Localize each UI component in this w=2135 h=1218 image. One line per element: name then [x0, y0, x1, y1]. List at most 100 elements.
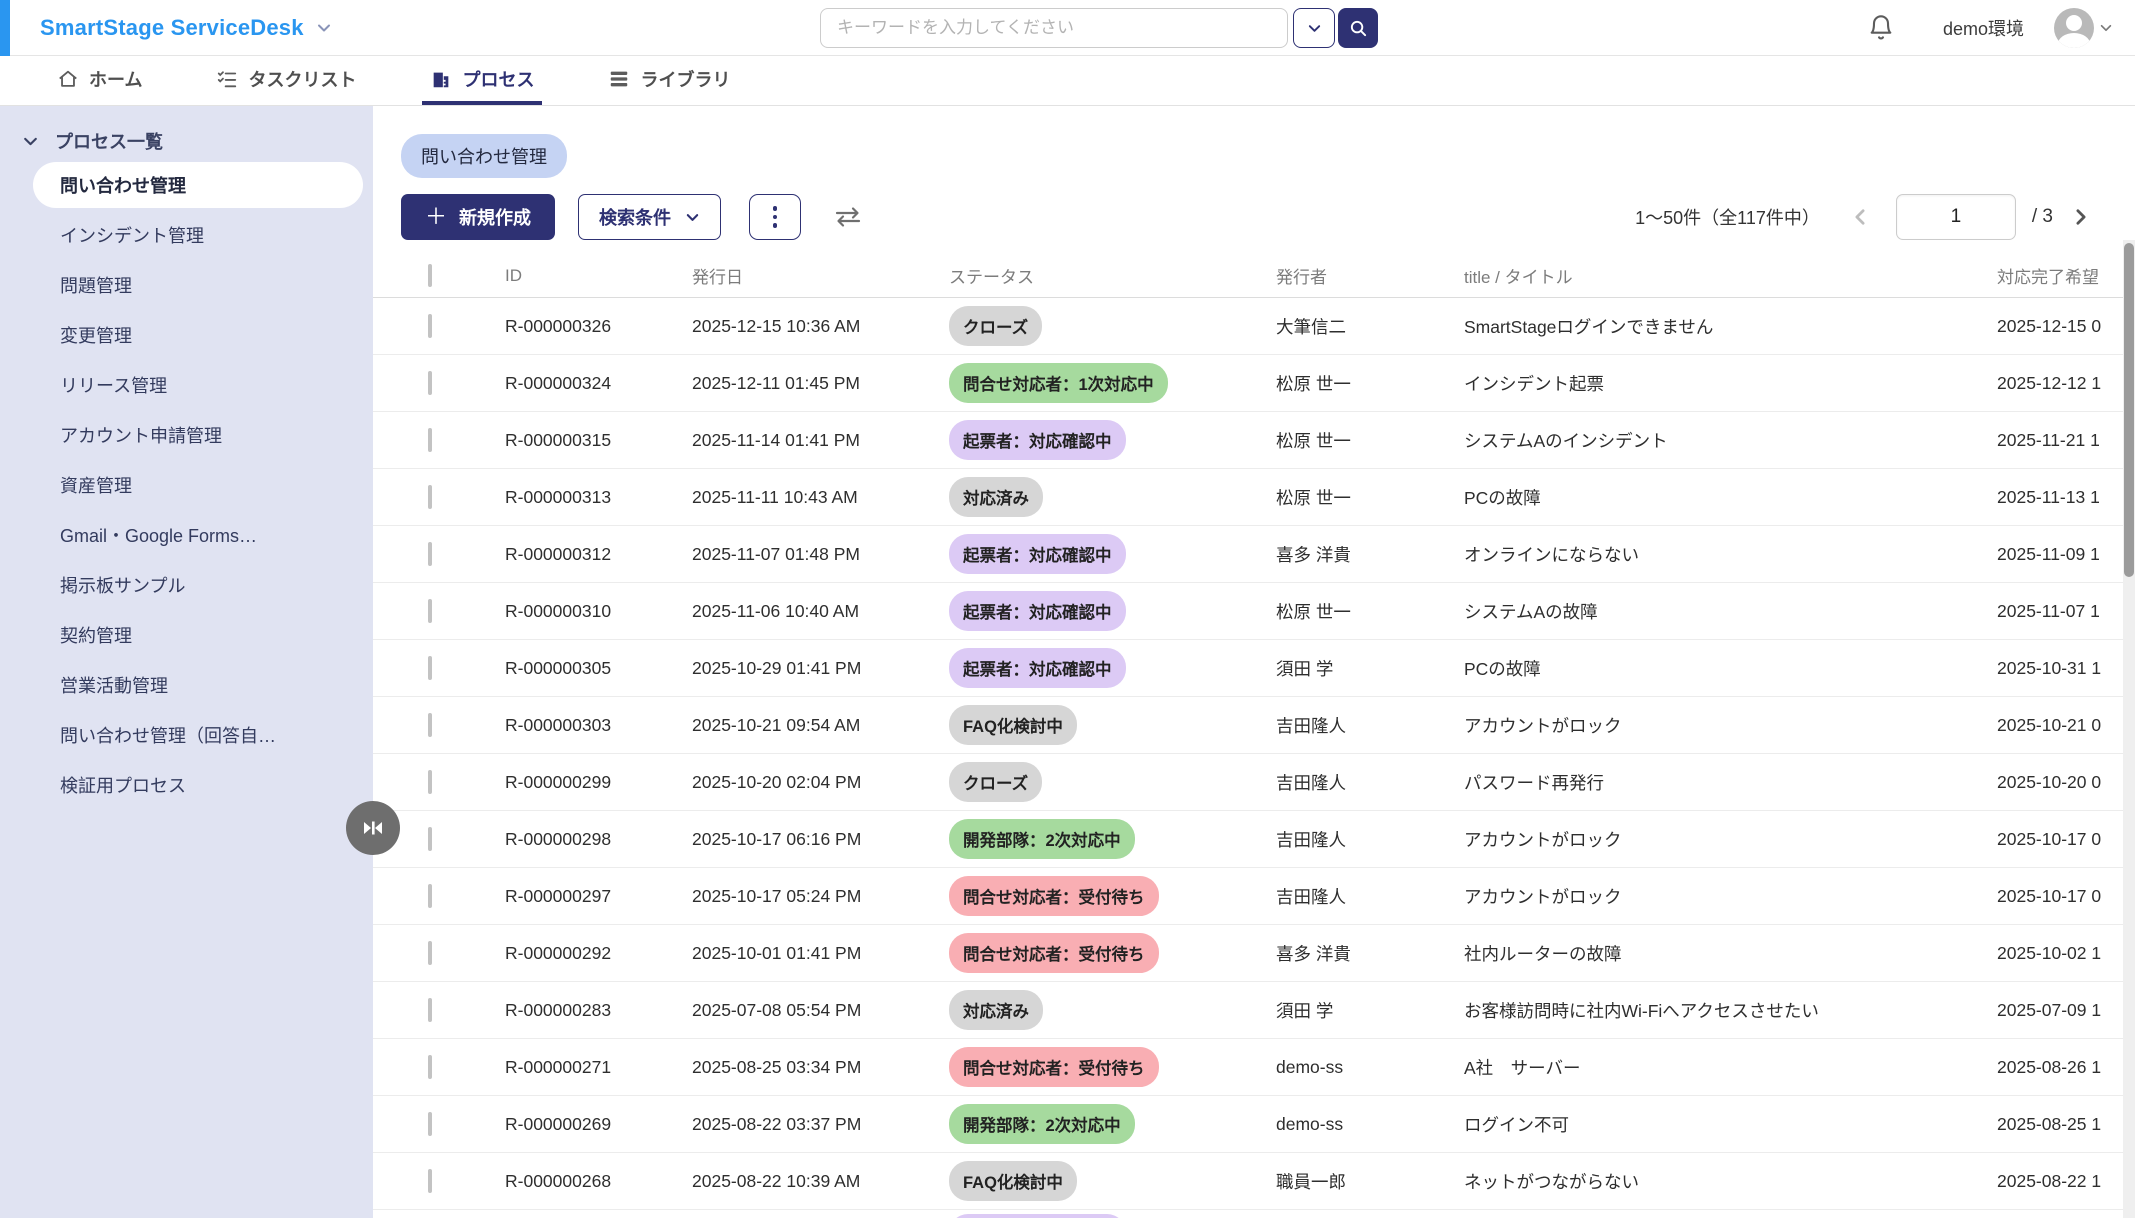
- search-submit-button[interactable]: [1338, 8, 1378, 48]
- nav-tab[interactable]: タスクリスト: [208, 56, 364, 105]
- row-id: R-000000315: [505, 430, 692, 451]
- table-row[interactable]: R-000000324 2025-12-11 01:45 PM 問合せ対応者：1…: [373, 355, 2135, 412]
- app-title[interactable]: SmartStage ServiceDesk: [40, 15, 304, 41]
- row-issuer: 吉田隆人: [1276, 713, 1464, 738]
- table-row[interactable]: R-000000312 2025-11-07 01:48 PM 起票者：対応確認…: [373, 526, 2135, 583]
- table-body: R-000000326 2025-12-15 10:36 AM クローズ 大筆信…: [373, 298, 2135, 1218]
- vertical-scrollbar-thumb[interactable]: [2124, 243, 2134, 577]
- row-id: R-000000268: [505, 1171, 692, 1192]
- table-row[interactable]: R-000000313 2025-11-11 10:43 AM 対応済み 松原 …: [373, 469, 2135, 526]
- nav-tab[interactable]: ホーム: [49, 56, 150, 105]
- sidebar-item[interactable]: 問い合わせ管理: [33, 162, 363, 208]
- row-checkbox[interactable]: [428, 884, 432, 908]
- status-badge: 開発部隊：2次対応中: [949, 1104, 1135, 1144]
- environment-label: demo環境: [1943, 15, 2024, 41]
- sidebar-item[interactable]: 検証用プロセス: [0, 760, 373, 810]
- row-checkbox[interactable]: [428, 827, 432, 851]
- collapse-icon: [360, 815, 386, 841]
- table-row[interactable]: R-000000268 2025-08-22 10:39 AM FAQ化検討中 …: [373, 1153, 2135, 1210]
- table-row[interactable]: R-000000315 2025-11-14 01:41 PM 起票者：対応確認…: [373, 412, 2135, 469]
- table-row[interactable]: R-000000303 2025-10-21 09:54 AM FAQ化検討中 …: [373, 697, 2135, 754]
- table-row[interactable]: R-000000305 2025-10-29 01:41 PM 起票者：対応確認…: [373, 640, 2135, 697]
- row-title: システムAのインシデント: [1464, 428, 1997, 453]
- bell-icon[interactable]: [1867, 14, 1895, 42]
- row-checkbox[interactable]: [428, 1169, 432, 1193]
- row-checkbox[interactable]: [428, 485, 432, 509]
- table-row[interactable]: R-000000292 2025-10-01 01:41 PM 問合せ対応者：受…: [373, 925, 2135, 982]
- select-all-checkbox[interactable]: [428, 264, 432, 287]
- table-row[interactable]: R-000000271 2025-08-25 03:34 PM 問合せ対応者：受…: [373, 1039, 2135, 1096]
- create-new-button[interactable]: ＋ 新規作成: [401, 194, 555, 240]
- col-header-status: ステータス: [949, 263, 1276, 288]
- row-due-date: 2025-08-22 1: [1997, 1171, 2135, 1192]
- table-row[interactable]: R-000000299 2025-10-20 02:04 PM クローズ 吉田隆…: [373, 754, 2135, 811]
- row-issued-date: 2025-12-15 10:36 AM: [692, 316, 949, 337]
- sidebar-item-label: 検証用プロセス: [60, 772, 186, 798]
- sidebar-item[interactable]: Gmail・Google Forms…: [0, 510, 373, 560]
- row-checkbox[interactable]: [428, 542, 432, 566]
- status-badge: FAQ化検討中: [949, 1161, 1077, 1201]
- row-checkbox[interactable]: [428, 371, 432, 395]
- chevron-down-icon[interactable]: [2099, 21, 2113, 35]
- chevron-left-icon[interactable]: [1846, 207, 1874, 227]
- search-icon: [1349, 19, 1368, 38]
- app-window: SmartStage ServiceDesk d: [0, 0, 2135, 1218]
- row-issued-date: 2025-11-11 10:43 AM: [692, 487, 949, 508]
- status-badge: 起票者：対応確認中: [949, 591, 1126, 631]
- row-id: R-000000313: [505, 487, 692, 508]
- row-checkbox[interactable]: [428, 998, 432, 1022]
- search-filter-label: 検索条件: [599, 204, 671, 230]
- status-badge: クローズ: [949, 762, 1042, 802]
- sidebar-item[interactable]: 問題管理: [0, 260, 373, 310]
- row-issued-date: 2025-12-11 01:45 PM: [692, 373, 949, 394]
- search-input[interactable]: [820, 8, 1288, 48]
- swap-arrows-icon[interactable]: [833, 204, 863, 230]
- chevron-right-icon[interactable]: [2067, 207, 2095, 227]
- row-checkbox[interactable]: [428, 314, 432, 338]
- more-options-button[interactable]: [749, 194, 801, 240]
- table-row[interactable]: R-000000298 2025-10-17 06:16 PM 開発部隊：2次対…: [373, 811, 2135, 868]
- sidebar-collapse-button[interactable]: [346, 801, 400, 855]
- sidebar-item[interactable]: 問い合わせ管理（回答自…: [0, 710, 373, 760]
- row-checkbox[interactable]: [428, 656, 432, 680]
- row-id: R-000000298: [505, 829, 692, 850]
- chevron-down-icon[interactable]: [316, 20, 332, 36]
- sidebar-section-process-list[interactable]: プロセス一覧: [0, 122, 373, 160]
- search-filter-button[interactable]: 検索条件: [578, 194, 721, 240]
- status-badge: 対応済み: [949, 477, 1043, 517]
- sidebar-item[interactable]: 掲示板サンプル: [0, 560, 373, 610]
- col-header-due: 対応完了希望: [1997, 263, 2135, 288]
- tasklist-icon: [216, 68, 238, 90]
- table-row[interactable]: R-000000297 2025-10-17 05:24 PM 問合せ対応者：受…: [373, 868, 2135, 925]
- sidebar-item[interactable]: 資産管理: [0, 460, 373, 510]
- row-checkbox[interactable]: [428, 770, 432, 794]
- sidebar-item[interactable]: リリース管理: [0, 360, 373, 410]
- table-row[interactable]: R-000000326 2025-12-15 10:36 AM クローズ 大筆信…: [373, 298, 2135, 355]
- row-issuer: 大筆信二: [1276, 314, 1464, 339]
- table-row-partial[interactable]: 起票者：対応確認中: [373, 1210, 2135, 1218]
- row-checkbox[interactable]: [428, 941, 432, 965]
- search-options-button[interactable]: [1293, 8, 1335, 48]
- nav-tab[interactable]: プロセス: [422, 56, 542, 105]
- sidebar-item-label: 掲示板サンプル: [60, 572, 185, 598]
- sidebar-item[interactable]: 契約管理: [0, 610, 373, 660]
- row-checkbox[interactable]: [428, 1055, 432, 1079]
- row-checkbox[interactable]: [428, 599, 432, 623]
- row-checkbox[interactable]: [428, 428, 432, 452]
- row-checkbox[interactable]: [428, 1112, 432, 1136]
- table-row[interactable]: R-000000269 2025-08-22 03:37 PM 開発部隊：2次対…: [373, 1096, 2135, 1153]
- row-id: R-000000292: [505, 943, 692, 964]
- sidebar-item[interactable]: アカウント申請管理: [0, 410, 373, 460]
- nav-tab[interactable]: ライブラリ: [600, 56, 738, 105]
- row-id: R-000000326: [505, 316, 692, 337]
- row-checkbox[interactable]: [428, 713, 432, 737]
- page-number-input[interactable]: [1896, 194, 2016, 240]
- table-row[interactable]: R-000000283 2025-07-08 05:54 PM 対応済み 須田 …: [373, 982, 2135, 1039]
- sidebar-item[interactable]: 営業活動管理: [0, 660, 373, 710]
- avatar-icon[interactable]: [2054, 8, 2094, 48]
- row-issuer: 吉田隆人: [1276, 770, 1464, 795]
- sidebar-item[interactable]: 変更管理: [0, 310, 373, 360]
- table-row[interactable]: R-000000310 2025-11-06 10:40 AM 起票者：対応確認…: [373, 583, 2135, 640]
- sidebar-item-label: 変更管理: [60, 322, 132, 348]
- sidebar-item[interactable]: インシデント管理: [0, 210, 373, 260]
